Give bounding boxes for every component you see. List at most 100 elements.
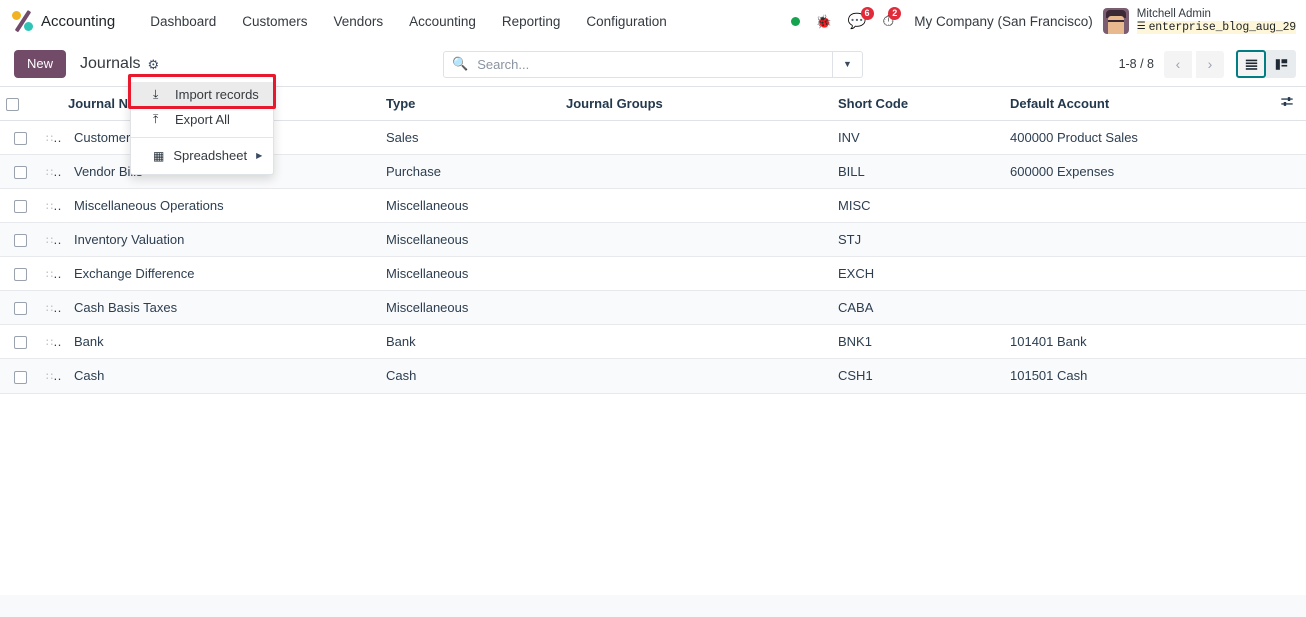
- cell-spacer: [1274, 290, 1306, 326]
- cell-journal-name: Cash: [62, 358, 380, 394]
- search-input[interactable]: [475, 55, 824, 73]
- row-drag-handle-cell: ∷∷: [40, 290, 62, 326]
- avatar-face: [1107, 16, 1124, 34]
- cell-type: Miscellaneous: [380, 222, 560, 258]
- row-checkbox[interactable]: [13, 132, 27, 146]
- cell-short-code: CABA: [832, 290, 1004, 326]
- menu-item-reporting[interactable]: Reporting: [489, 8, 574, 35]
- row-select-cell: [0, 290, 40, 326]
- row-select-cell: [0, 188, 40, 224]
- row-checkbox[interactable]: [13, 336, 27, 350]
- cell-short-code: CSH1: [832, 358, 1004, 394]
- cell-default-account: [1004, 222, 1274, 258]
- cell-spacer: [1274, 188, 1306, 224]
- select-all-header: [0, 86, 40, 121]
- table-row[interactable]: ∷∷ Exchange Difference Miscellaneous EXC…: [0, 256, 1306, 292]
- app-name[interactable]: Accounting: [41, 13, 115, 30]
- row-select-cell: [0, 154, 40, 190]
- cell-spacer: [1274, 120, 1306, 156]
- search-dropdown-toggle[interactable]: ▼: [833, 50, 863, 78]
- messages-button[interactable]: 💬 6: [840, 6, 875, 36]
- row-checkbox[interactable]: [13, 302, 27, 316]
- drag-handle-icon[interactable]: ∷∷: [46, 368, 62, 383]
- row-checkbox[interactable]: [13, 166, 27, 180]
- menu-item-vendors[interactable]: Vendors: [321, 8, 397, 35]
- cell-journal-name: Bank: [62, 324, 380, 360]
- table-row[interactable]: ∷∷ Cash Basis Taxes Miscellaneous CABA: [0, 290, 1306, 326]
- header-journal-groups[interactable]: Journal Groups: [560, 86, 832, 121]
- row-drag-handle-cell: ∷∷: [40, 120, 62, 156]
- search-box[interactable]: 🔍: [443, 50, 833, 78]
- row-checkbox[interactable]: [13, 200, 27, 214]
- drag-handle-icon[interactable]: ∷∷: [46, 300, 62, 315]
- column-options-icon[interactable]: [1280, 95, 1294, 111]
- cell-type: Bank: [380, 324, 560, 360]
- cell-journal-groups: [560, 154, 832, 190]
- cell-type: Miscellaneous: [380, 188, 560, 224]
- list-view-button[interactable]: [1236, 50, 1266, 78]
- drag-handle-icon[interactable]: ∷∷: [46, 164, 62, 179]
- export-icon: ⤒: [153, 112, 159, 126]
- accounting-app-icon[interactable]: [12, 9, 34, 33]
- list-icon: [1245, 59, 1257, 70]
- menu-item-dashboard[interactable]: Dashboard: [137, 8, 229, 35]
- row-select-cell: [0, 324, 40, 360]
- user-menu[interactable]: Mitchell Admin ☰ enterprise_blog_aug_29: [1136, 8, 1296, 34]
- row-checkbox[interactable]: [13, 268, 27, 282]
- drag-handle-icon[interactable]: ∷∷: [46, 266, 62, 281]
- new-button[interactable]: New: [14, 50, 67, 78]
- drag-handle-icon[interactable]: ∷∷: [46, 232, 62, 247]
- user-name: Mitchell Admin: [1136, 8, 1211, 20]
- select-all-checkbox[interactable]: [6, 97, 19, 111]
- menu-item-import-records-label: Import records: [175, 87, 259, 102]
- cell-default-account: 101401 Bank: [1004, 324, 1274, 360]
- row-checkbox[interactable]: [13, 234, 27, 248]
- menu-item-spreadsheet-label: Spreadsheet: [173, 148, 248, 163]
- chevron-right-icon: ▶: [256, 151, 263, 160]
- gear-icon[interactable]: ⚙: [148, 58, 160, 71]
- menu-item-spreadsheet[interactable]: ▦ Spreadsheet ▶: [131, 143, 273, 168]
- top-navbar: Accounting Dashboard Customers Vendors A…: [0, 0, 1306, 42]
- menu-item-customers[interactable]: Customers: [229, 8, 320, 35]
- pager-count: 1-8 / 8: [1118, 57, 1154, 71]
- cell-journal-name: Exchange Difference: [62, 256, 380, 292]
- menu-item-accounting[interactable]: Accounting: [396, 8, 489, 35]
- header-column-options: [1274, 86, 1306, 121]
- navbar-systray: 🐞 💬 6 ⏱ 2 My Company (San Francisco) Mit…: [783, 6, 1298, 36]
- cell-journal-groups: [560, 324, 832, 360]
- header-type[interactable]: Type: [380, 86, 560, 121]
- menu-item-configuration[interactable]: Configuration: [573, 8, 679, 35]
- messages-badge: 6: [860, 7, 874, 20]
- cell-journal-groups: [560, 222, 832, 258]
- cell-short-code: INV: [832, 120, 1004, 156]
- pager-previous-button[interactable]: ‹: [1164, 50, 1192, 78]
- cell-type: Cash: [380, 358, 560, 394]
- header-default-account[interactable]: Default Account: [1004, 86, 1274, 121]
- drag-handle-icon[interactable]: ∷∷: [46, 198, 62, 213]
- kanban-view-button[interactable]: [1266, 50, 1296, 78]
- row-checkbox[interactable]: [13, 370, 27, 384]
- activities-button[interactable]: ⏱ 2: [875, 6, 903, 36]
- drag-handle-icon[interactable]: ∷∷: [46, 130, 62, 145]
- cell-default-account: 101501 Cash: [1004, 358, 1274, 394]
- pager-next-button[interactable]: ›: [1196, 50, 1224, 78]
- bug-icon[interactable]: 🐞: [808, 6, 840, 36]
- online-status-dot: [783, 6, 808, 36]
- header-short-code[interactable]: Short Code: [832, 86, 1004, 121]
- table-row[interactable]: ∷∷ Bank Bank BNK1 101401 Bank: [0, 324, 1306, 360]
- cell-type: Miscellaneous: [380, 256, 560, 292]
- cell-default-account: [1004, 290, 1274, 326]
- cell-short-code: STJ: [832, 222, 1004, 258]
- cell-spacer: [1274, 256, 1306, 292]
- drag-handle-icon[interactable]: ∷∷: [46, 334, 62, 349]
- row-drag-handle-cell: ∷∷: [40, 222, 62, 258]
- row-select-cell: [0, 358, 40, 394]
- company-switcher[interactable]: My Company (San Francisco): [902, 14, 1103, 29]
- table-row[interactable]: ∷∷ Miscellaneous Operations Miscellaneou…: [0, 188, 1306, 224]
- user-avatar[interactable]: [1102, 8, 1129, 34]
- table-row[interactable]: ∷∷ Inventory Valuation Miscellaneous STJ: [0, 222, 1306, 258]
- table-row[interactable]: ∷∷ Cash Cash CSH1 101501 Cash: [0, 358, 1306, 394]
- main-menu: Dashboard Customers Vendors Accounting R…: [137, 8, 680, 35]
- menu-item-import-records[interactable]: ⤓ Import records: [131, 82, 273, 107]
- menu-item-export-all[interactable]: ⤒ Export All: [131, 107, 273, 132]
